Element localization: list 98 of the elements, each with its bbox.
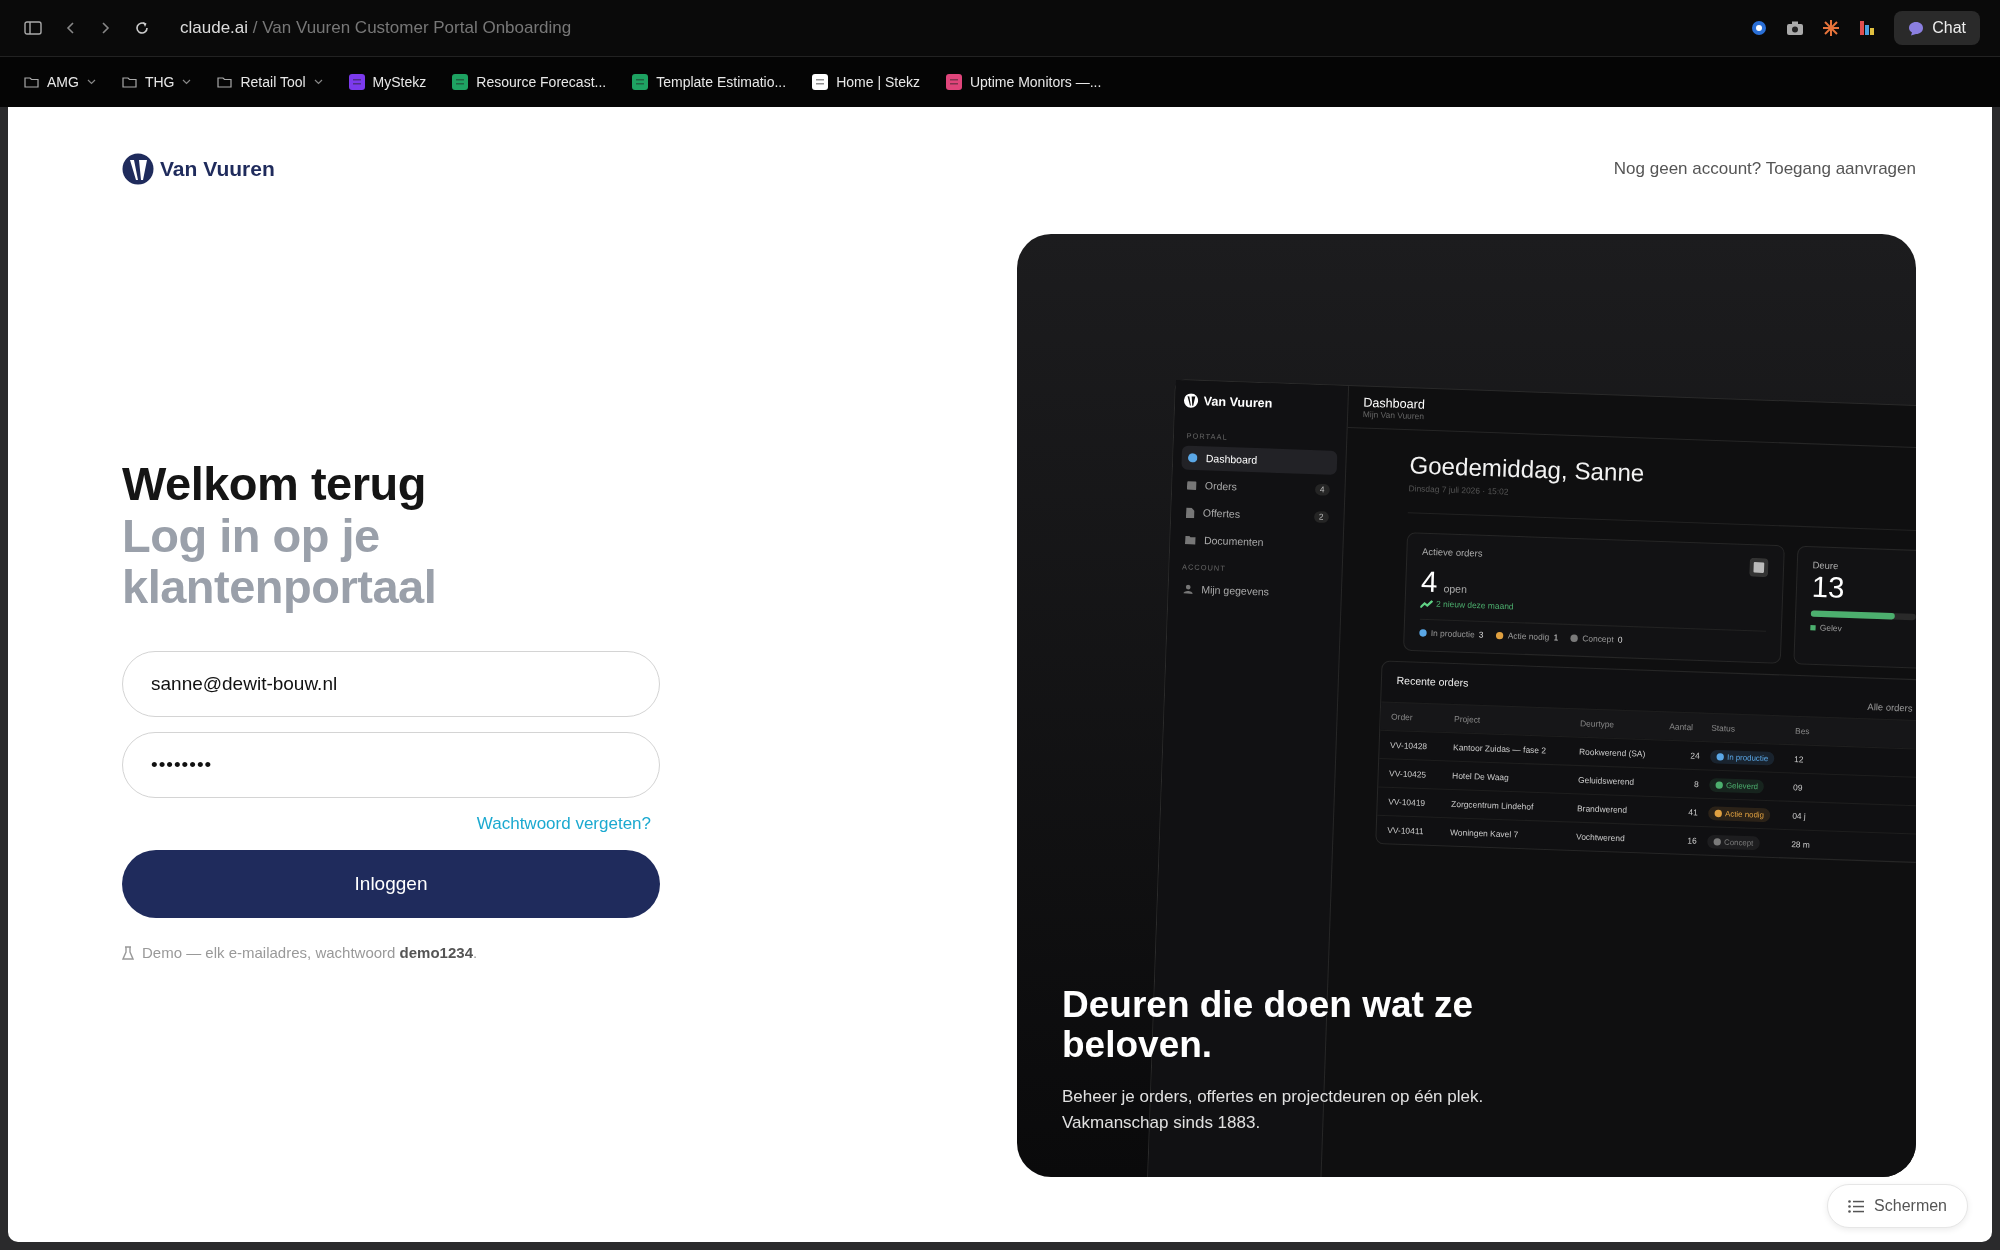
site-icon [945,74,962,90]
sidebar-item[interactable]: Documenten [1178,527,1335,557]
demo-note: Demo — elk e-mailadres, wachtwoord demo1234. [142,944,478,962]
legend-label: Actie nodig [1507,631,1550,643]
site-icon [452,74,469,90]
table-cell-text: Zorgcentrum Lindehof [1451,798,1535,813]
table-cell-text: 24 [1689,749,1701,761]
legend-label: Gelev [1819,623,1842,634]
table-cell-text: Kantoor Zuidas — fase 2 [1453,742,1548,757]
brand-name: Van Vuuren [160,157,275,181]
column-header: Aantal [1669,721,1695,733]
table-cell-text: VV-10425 [1389,768,1428,781]
table-cell-text: 8 [1692,778,1700,789]
legend-count: 1 [1553,632,1559,643]
extension-icon[interactable] [1750,19,1769,37]
legend-count: 3 [1478,630,1484,640]
table-cell-text: VV-10428 [1390,740,1429,752]
folder-icon [121,76,137,88]
table-cell-text: VV-10411 [1387,825,1425,837]
email-field[interactable]: sanne@dewit-bouw.nl [122,651,660,718]
legend-swatch [1810,625,1816,631]
stat-value: 4 [1420,565,1439,600]
sidebar-item[interactable]: Mijn gegevens [1176,576,1333,607]
bookmark[interactable]: Home | Stekz [812,74,920,90]
bookmark[interactable]: Retail Tool [217,74,323,90]
screens-button[interactable]: Schermen [1827,1184,1968,1228]
table-cell-text: 09 [1793,782,1804,794]
table-cell-text: VV-10419 [1388,796,1427,809]
calendar-icon [1749,557,1769,578]
logo-icon [1183,392,1199,409]
column-header: Deurtype [1579,718,1616,731]
column-header: Status [1711,722,1737,736]
document-icon [1185,507,1195,518]
table-cell-text: Vochtwerend [1575,831,1626,845]
login-button[interactable]: Inloggen [122,850,660,919]
table-cell-text: Brandwerend [1576,803,1629,816]
table-cell-text: 12 [1794,754,1805,765]
table-cell-text: 41 [1687,806,1699,818]
table-cell-text: Rookwerend (SA) [1578,746,1647,760]
folder-icon [1185,535,1196,545]
sidebar-item[interactable]: Orders 4 [1180,472,1337,503]
trend-text: 2 nieuw deze maand [1435,599,1514,612]
table-cell-text: 16 [1686,834,1698,846]
bar-chart-icon[interactable] [1858,19,1877,37]
chat-bubble-icon [1908,20,1925,36]
table-cell-text: Hotel De Waag [1452,770,1510,784]
logo-icon [122,153,154,185]
hero-text: Beheer je orders, offertes en projectdeuren op één plek. Vakmanschap sinds 1883. [1062,1086,1485,1134]
person-icon [1183,584,1194,594]
table-cell-text: Woningen Kavel 7 [1450,827,1520,842]
bookmark[interactable]: Uptime Monitors —... [945,74,1102,90]
column-header: Order [1391,711,1414,724]
table-cell-text: 04 j [1792,810,1807,822]
legend-count: 0 [1617,635,1623,645]
site-icon [348,74,365,90]
sidebar-item[interactable]: Dashboard [1181,445,1338,475]
column-header: Project [1454,713,1482,727]
site-icon [812,74,829,90]
login-subheading: Log in op je klantenportaal [122,509,438,614]
hero-heading: Deuren die doen wat ze beloven. [1062,984,1475,1066]
signup-link[interactable]: Nog geen account? Toegang aanvragen [1613,159,1916,179]
calendar-icon [1186,480,1197,491]
bookmark[interactable]: Resource Forecast... [452,74,607,90]
stat-unit: open [1443,582,1468,596]
sidebar-toggle-icon[interactable] [24,21,42,35]
bookmark[interactable]: AMG [24,74,96,90]
bookmark[interactable]: Template Estimatio... [632,74,787,90]
chevron-down-icon [86,79,96,85]
back-icon[interactable] [66,21,76,35]
site-icon [632,74,649,90]
chat-button[interactable]: Chat [1894,11,1980,45]
starburst-icon[interactable] [1822,19,1841,37]
list-icon [1848,1199,1865,1213]
bookmark[interactable]: MyStekz [348,74,427,90]
password-field[interactable]: •••••••• [122,732,660,799]
sidebar-item[interactable]: Offertes 2 [1179,500,1336,530]
table-cell-text: Geluidswerend [1577,775,1636,788]
trend-up-icon [1420,599,1434,609]
legend-label: Concept [1582,633,1614,645]
breadcrumb: Mijn Van Vuuren [1362,409,1426,424]
reload-icon[interactable] [134,20,150,36]
bookmark[interactable]: THG [121,74,192,90]
legend-label: In productie [1430,628,1475,640]
chevron-down-icon [313,79,323,85]
flask-icon [122,945,134,960]
stat-title: Actieve orders [1421,546,1483,561]
brand-name: Van Vuuren [1203,393,1273,411]
panel-title: Recente orders [1396,674,1469,691]
login-heading: Welkom terug [122,458,427,510]
folder-icon [217,76,233,88]
table-cell-text: 28 m [1791,839,1812,850]
forward-icon[interactable] [100,21,110,35]
all-orders-link[interactable]: Alle orders [1867,701,1913,714]
chevron-down-icon [182,79,192,85]
column-header: Bes [1795,725,1811,737]
folder-icon [24,76,39,88]
address-bar[interactable]: claude.ai / Van Vuuren Customer Portal Onboarding [180,18,572,38]
camera-icon[interactable] [1786,20,1805,36]
